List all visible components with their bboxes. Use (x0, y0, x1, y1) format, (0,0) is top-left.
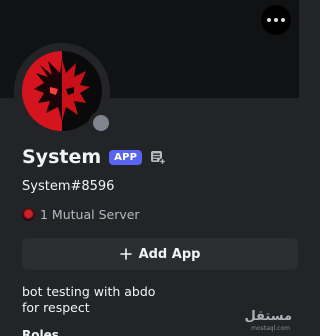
plus-icon (119, 248, 132, 260)
app-directory-icon[interactable] (150, 149, 166, 165)
name-row: System APP (22, 146, 166, 168)
app-badge: APP (109, 149, 143, 165)
watermark-subtext: mostaql.com (251, 325, 290, 332)
status-indicator (89, 111, 113, 135)
display-name: System (22, 146, 102, 168)
roles-heading: Roles (22, 328, 59, 336)
more-options-icon-dot (274, 18, 278, 22)
mutual-servers[interactable]: 1 Mutual Server (22, 207, 140, 222)
offline-status-icon (93, 115, 109, 131)
more-options-icon (267, 18, 271, 22)
more-options-icon-dot (281, 18, 285, 22)
user-profile-card: System APP System#8596 1 Mutual Server A… (0, 0, 299, 336)
watermark-logo: مستقل mostaql.com (240, 309, 294, 334)
bio-line: for respect (22, 300, 90, 315)
add-app-button[interactable]: Add App (22, 238, 298, 270)
more-options-button[interactable] (261, 5, 291, 35)
server-icon (22, 208, 35, 221)
bio: bot testing with abdo for respect (22, 284, 155, 316)
add-app-label: Add App (138, 246, 201, 262)
avatar-container[interactable] (14, 43, 113, 139)
bio-line: bot testing with abdo (22, 284, 156, 299)
mutual-servers-label: 1 Mutual Server (40, 207, 140, 222)
watermark-text: مستقل (244, 309, 292, 324)
username: System#8596 (22, 179, 115, 194)
